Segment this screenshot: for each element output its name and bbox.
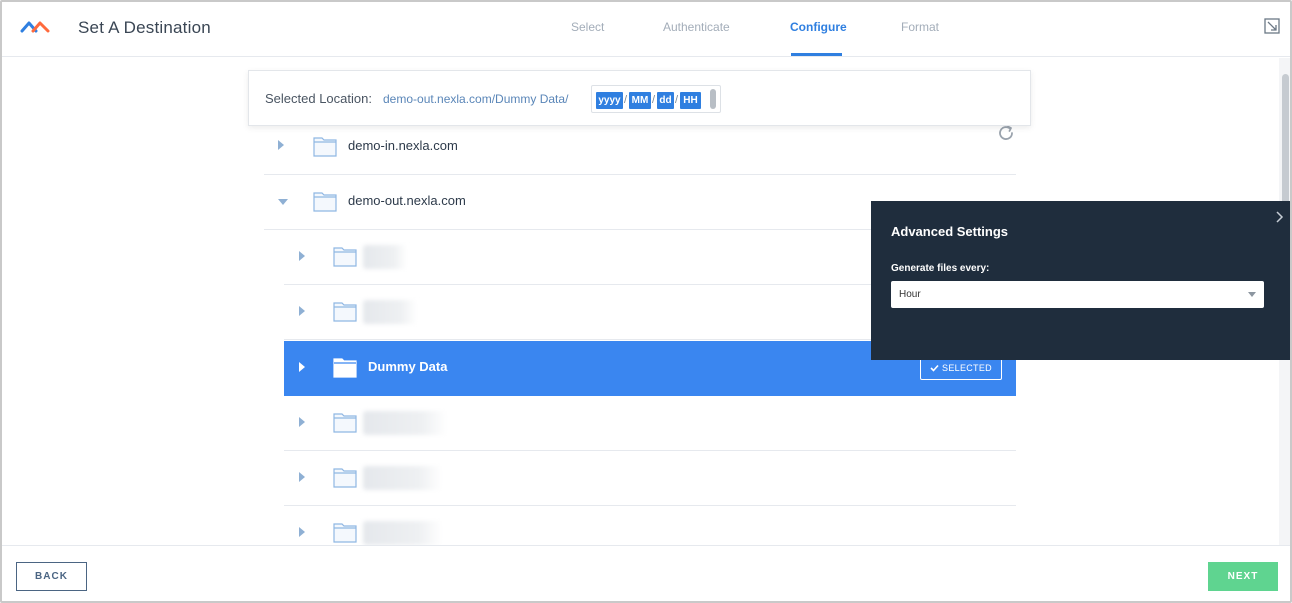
advanced-settings-panel: Advanced Settings Generate files every: … (871, 201, 1290, 360)
tree-row-folder[interactable] (284, 451, 1016, 506)
redacted-folder-name (363, 300, 417, 324)
tree-row-folder[interactable] (284, 396, 1016, 451)
folder-icon (333, 358, 357, 378)
tree-item-label: demo-in.nexla.com (348, 138, 458, 153)
folder-icon (313, 192, 337, 212)
folder-icon (333, 247, 357, 267)
selected-location-bar: Selected Location: demo-out.nexla.com/Du… (248, 70, 1031, 126)
pattern-chip-year[interactable]: yyyy (596, 92, 623, 109)
caret-right-icon[interactable] (297, 251, 307, 261)
step-authenticate[interactable]: Authenticate (663, 20, 730, 34)
selected-location-path: demo-out.nexla.com/Dummy Data/ (383, 92, 569, 106)
app-window: Set A Destination Select Authenticate Co… (0, 0, 1292, 603)
tree-row-folder[interactable] (284, 506, 1016, 545)
folder-icon (313, 137, 337, 157)
pattern-chip-hour[interactable]: HH (680, 92, 701, 109)
folder-icon (333, 302, 357, 322)
tree-item-label: Dummy Data (368, 359, 448, 374)
redacted-folder-name (363, 521, 442, 545)
path-pattern-input[interactable]: yyyy / MM / dd / HH (591, 85, 721, 113)
active-step-indicator (791, 53, 842, 56)
caret-right-icon[interactable] (297, 362, 307, 372)
footer: BACK NEXT (2, 545, 1290, 601)
redacted-folder-name (363, 411, 447, 435)
redacted-folder-name (363, 466, 442, 490)
scrollbar-thumb[interactable] (1282, 74, 1289, 204)
tree-item-label: demo-out.nexla.com (348, 193, 466, 208)
check-icon (930, 364, 939, 372)
pattern-separator: / (624, 94, 628, 106)
expand-window-icon[interactable] (1264, 18, 1280, 34)
pattern-separator: / (652, 94, 656, 106)
back-button[interactable]: BACK (16, 562, 87, 591)
generate-files-select[interactable]: Hour (891, 281, 1264, 308)
caret-down-icon[interactable] (278, 197, 288, 207)
generate-files-label: Generate files every: (891, 263, 990, 274)
header: Set A Destination Select Authenticate Co… (2, 2, 1290, 57)
pattern-chip-month[interactable]: MM (629, 92, 651, 109)
selected-location-label: Selected Location: (265, 91, 372, 106)
folder-icon (333, 413, 357, 433)
folder-icon (333, 523, 357, 543)
step-format[interactable]: Format (901, 20, 939, 34)
pattern-scroll-handle[interactable] (710, 89, 716, 109)
caret-right-icon[interactable] (297, 472, 307, 482)
dropdown-caret-icon (1248, 292, 1256, 297)
advanced-settings-title: Advanced Settings (891, 224, 1009, 239)
generate-files-value: Hour (899, 289, 921, 300)
folder-icon (333, 468, 357, 488)
caret-right-icon[interactable] (297, 306, 307, 316)
caret-right-icon[interactable] (297, 417, 307, 427)
step-configure[interactable]: Configure (790, 20, 847, 34)
selected-badge-label: SELECTED (942, 363, 992, 373)
pattern-separator: / (675, 94, 679, 106)
tree-row-demo-in[interactable]: demo-in.nexla.com (264, 120, 1016, 175)
wizard-steps: Select Authenticate Configure Format (2, 2, 1290, 57)
caret-right-icon[interactable] (297, 527, 307, 537)
pattern-chip-day[interactable]: dd (657, 92, 674, 109)
next-button[interactable]: NEXT (1208, 562, 1278, 591)
redacted-folder-name (363, 245, 407, 269)
caret-right-icon[interactable] (276, 140, 286, 150)
chevron-right-icon[interactable] (1274, 211, 1284, 223)
step-select[interactable]: Select (571, 20, 604, 34)
